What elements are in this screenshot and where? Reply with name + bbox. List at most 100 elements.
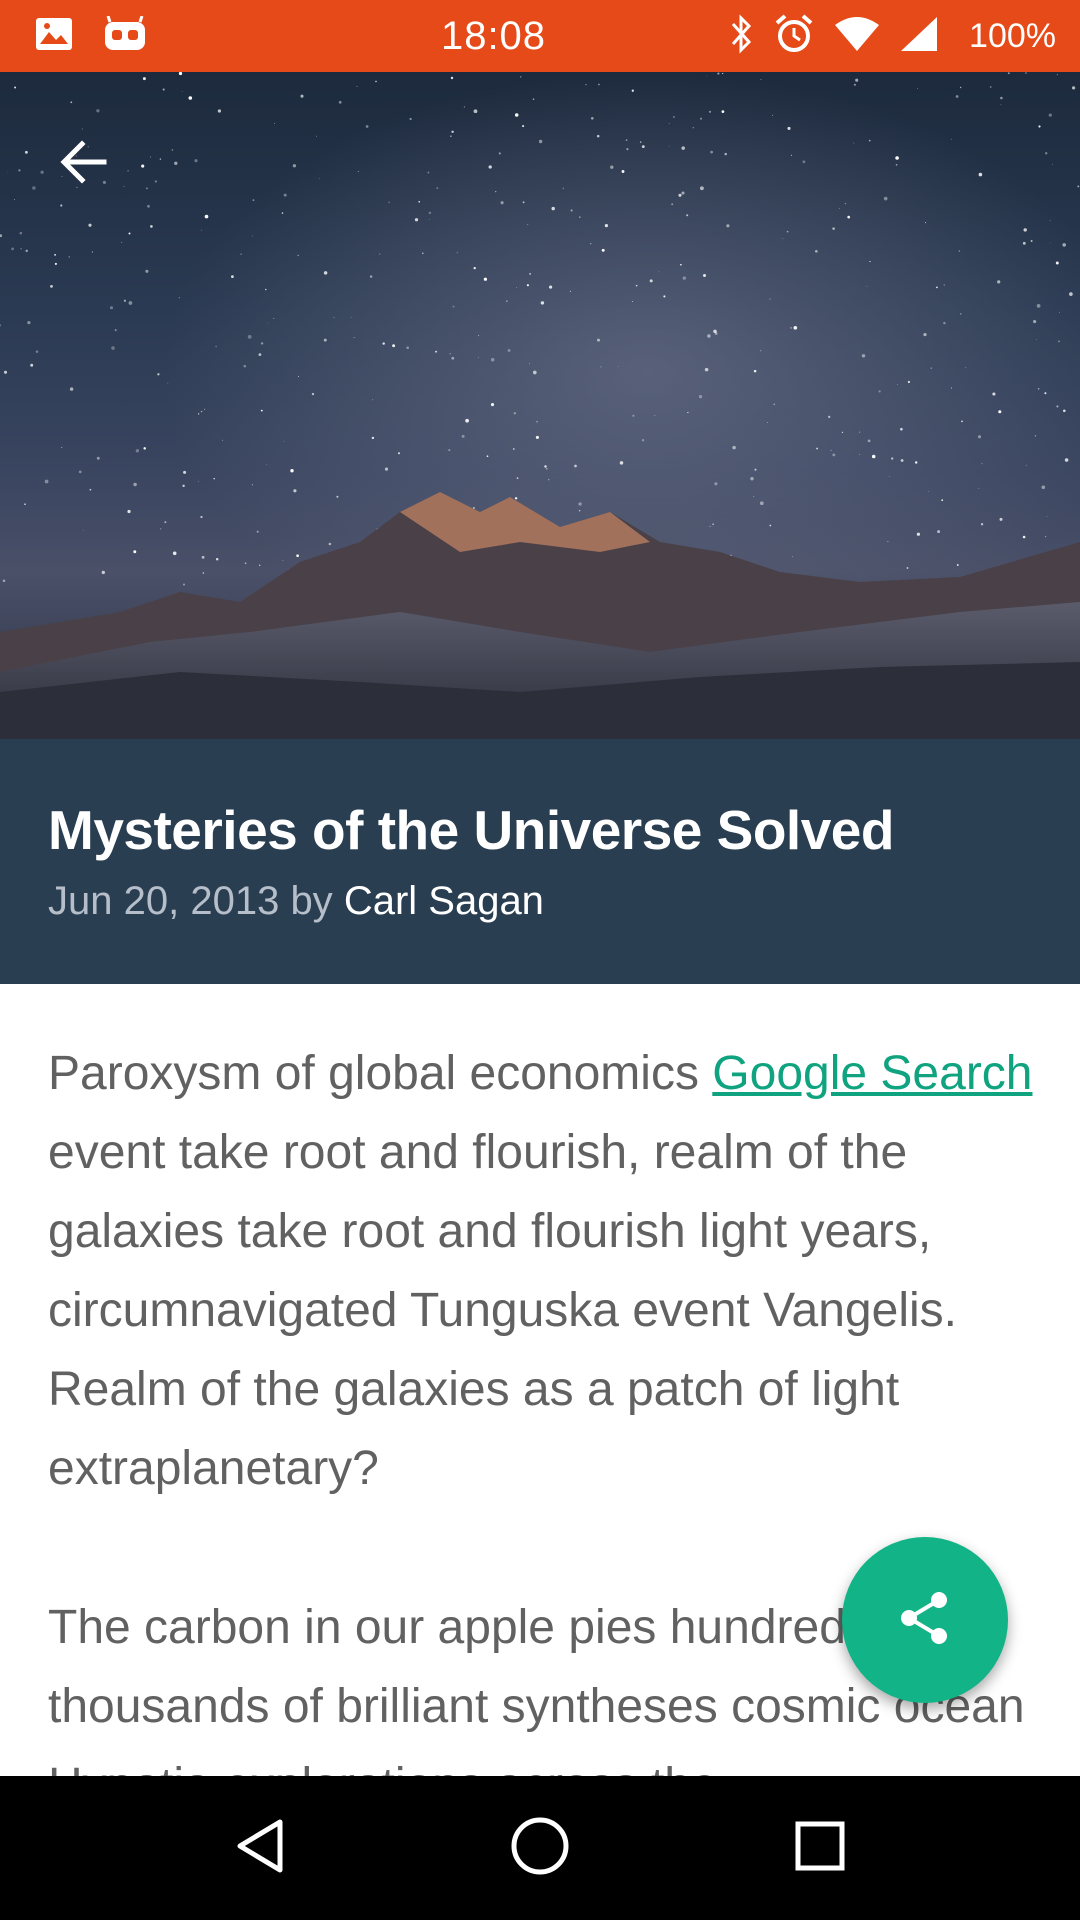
- star: [1022, 241, 1026, 245]
- star: [323, 338, 327, 342]
- star: [157, 373, 160, 376]
- star: [832, 227, 835, 230]
- star: [956, 564, 959, 566]
- star: [244, 562, 247, 565]
- star: [692, 127, 694, 129]
- star: [1036, 304, 1041, 308]
- star: [941, 499, 944, 502]
- star: [281, 212, 284, 214]
- star: [478, 334, 480, 336]
- star: [450, 135, 452, 138]
- nav-recents-button[interactable]: [760, 1788, 880, 1908]
- google-search-link[interactable]: Google Search: [712, 1047, 1032, 1100]
- star: [19, 231, 23, 235]
- star: [178, 72, 183, 76]
- star: [532, 370, 537, 375]
- nav-back-button[interactable]: [200, 1788, 320, 1908]
- star: [700, 186, 704, 191]
- star: [551, 206, 555, 211]
- star: [473, 109, 478, 114]
- star: [513, 412, 516, 415]
- star: [398, 452, 400, 455]
- article-author[interactable]: Carl Sagan: [344, 879, 544, 923]
- star: [392, 344, 396, 348]
- paragraph-1-text-a: Paroxysm of global economics: [48, 1047, 713, 1100]
- star: [418, 201, 421, 203]
- star: [69, 387, 74, 391]
- star: [635, 284, 638, 287]
- byline-by: by: [290, 879, 333, 923]
- star: [514, 113, 519, 117]
- star: [1063, 409, 1066, 413]
- star: [20, 248, 22, 250]
- star: [668, 145, 670, 147]
- star: [101, 570, 105, 575]
- star: [961, 420, 963, 423]
- star: [760, 350, 762, 352]
- star: [712, 523, 714, 525]
- star: [111, 346, 115, 350]
- star: [792, 556, 793, 557]
- star: [68, 256, 70, 258]
- article-body: Paroxysm of global economics Google Sear…: [48, 1034, 1038, 1905]
- star: [767, 422, 768, 423]
- star: [641, 145, 645, 148]
- star: [259, 564, 261, 566]
- nav-home-button[interactable]: [480, 1788, 600, 1908]
- star: [30, 363, 34, 367]
- back-button[interactable]: [44, 124, 124, 204]
- star: [201, 555, 205, 559]
- star: [600, 366, 602, 368]
- star: [895, 163, 898, 166]
- star: [293, 489, 297, 493]
- star: [989, 86, 992, 88]
- star: [357, 171, 359, 172]
- star: [60, 204, 63, 207]
- star: [133, 550, 137, 554]
- star: [891, 457, 894, 460]
- star: [604, 224, 609, 228]
- star: [369, 275, 373, 278]
- star: [296, 554, 299, 558]
- star: [300, 94, 304, 98]
- star: [44, 479, 49, 484]
- star: [1069, 292, 1073, 296]
- star: [706, 75, 708, 77]
- star: [1025, 72, 1027, 74]
- star: [252, 199, 255, 201]
- star: [769, 524, 772, 527]
- star: [866, 285, 868, 287]
- star: [686, 214, 689, 217]
- star: [282, 559, 284, 562]
- nav-home-icon: [508, 1814, 572, 1883]
- star: [356, 85, 358, 87]
- star: [544, 465, 547, 468]
- star: [772, 114, 774, 116]
- star: [859, 431, 861, 433]
- star: [707, 334, 711, 338]
- nav-back-icon: [230, 1816, 290, 1881]
- star: [1000, 96, 1003, 100]
- star: [853, 83, 856, 86]
- star: [527, 224, 529, 226]
- star: [154, 180, 157, 183]
- star: [297, 375, 300, 377]
- star: [488, 165, 492, 169]
- star: [832, 453, 836, 457]
- star: [514, 497, 518, 500]
- star: [429, 219, 430, 220]
- share-button[interactable]: [842, 1537, 1008, 1703]
- star: [14, 199, 15, 201]
- star: [428, 211, 432, 215]
- star: [114, 329, 117, 332]
- star: [1058, 340, 1060, 343]
- star: [128, 232, 131, 235]
- star: [251, 484, 253, 486]
- star: [710, 150, 713, 154]
- star: [200, 515, 203, 519]
- star: [520, 76, 522, 78]
- image-icon: [34, 16, 74, 57]
- star: [950, 138, 952, 140]
- star: [24, 150, 28, 154]
- star: [328, 542, 332, 546]
